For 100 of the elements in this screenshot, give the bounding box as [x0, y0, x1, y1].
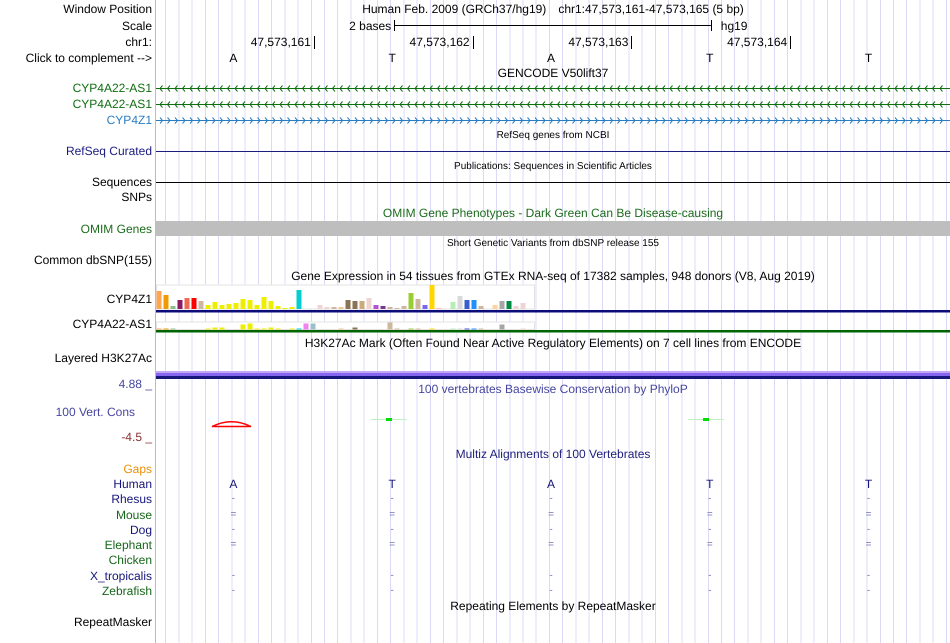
expression-bar — [296, 290, 302, 309]
expression-bar — [184, 298, 190, 309]
alignment-char: = — [866, 508, 872, 521]
alignment-char: - — [390, 493, 394, 506]
alignment-char: - — [549, 493, 553, 506]
expression-bar — [506, 301, 512, 309]
expression-bar — [500, 301, 504, 309]
track-title: Repeating Elements by RepeatMasker — [450, 599, 656, 614]
expression-bar — [276, 306, 280, 309]
base-letter[interactable]: T — [706, 50, 714, 64]
gene-feature[interactable] — [156, 116, 950, 124]
expression-bar — [430, 285, 434, 309]
expression-bar — [380, 306, 386, 309]
scale-length-label: 2 bases — [349, 18, 392, 32]
alignment-char: = — [230, 539, 236, 552]
track-title: Short Genetic Variants from dbSNP release 155 — [447, 237, 659, 251]
species-label: Rhesus — [111, 492, 153, 506]
alignment-char: - — [866, 524, 870, 536]
alignment-char: = — [706, 508, 713, 521]
expression-bar — [248, 300, 252, 309]
gene-label[interactable]: CYP4A22-AS1 — [72, 97, 155, 111]
expression-bar — [226, 304, 232, 309]
conservation-marker — [688, 418, 724, 421]
alignment-char: - — [708, 524, 712, 536]
alignment-char: - — [866, 585, 870, 598]
base-letter[interactable]: T — [864, 50, 872, 64]
position-range: chr1:47,573,161-47,573,165 (5 bp) — [558, 2, 744, 16]
gene-label[interactable]: CYP4Z1 — [106, 292, 155, 306]
alignment-char: - — [390, 585, 394, 598]
base-letter: A — [229, 476, 238, 491]
expression-bar — [458, 296, 462, 309]
expression-bar — [464, 300, 470, 309]
field-label: Click to complement --> — [26, 50, 153, 64]
field-label: Scale — [122, 18, 153, 32]
alignment-char: = — [706, 539, 713, 552]
expression-bar — [248, 324, 252, 330]
species-label: Mouse — [116, 508, 153, 522]
alignment-char: - — [708, 493, 712, 506]
expression-bar — [374, 305, 378, 309]
conservation-marker — [370, 418, 408, 421]
coordinate-label: 47,573,163 — [568, 36, 632, 48]
track-title: Gene Expression in 54 tissues from GTEx RNA-seq of 17382 samples, 948 donors (V8, Aug 2019) — [291, 269, 815, 283]
species-label: Dog — [130, 522, 153, 537]
track-label[interactable]: Sequences — [92, 175, 155, 189]
base-letter: T — [864, 476, 872, 491]
field-label: Window Position — [63, 2, 153, 16]
track-label[interactable]: 100 Vert. Cons — [56, 405, 138, 419]
species-label: Zebrafish — [102, 584, 153, 598]
gene-label[interactable]: CYP4Z1 — [106, 113, 155, 127]
expression-bar — [262, 297, 266, 309]
gene-label[interactable]: CYP4A22-AS1 — [72, 81, 155, 95]
track-label[interactable]: RefSeq Curated — [66, 144, 155, 158]
alignment-char: - — [708, 570, 712, 582]
axis-max-label: 4.88 _ — [118, 377, 154, 391]
track-title: RefSeq genes from NCBI — [496, 129, 610, 143]
alignment-char: = — [389, 508, 396, 521]
coordinate-label: 47,573,162 — [410, 36, 474, 48]
expression-bar — [156, 291, 162, 309]
axis-min-label: -4.5 _ — [121, 430, 154, 444]
base-letter[interactable]: A — [546, 50, 555, 64]
coordinate-label: 47,573,164 — [727, 36, 792, 48]
expression-bar — [310, 324, 316, 330]
field-label: chr1: — [125, 35, 153, 49]
species-label: Elephant — [104, 538, 153, 552]
track-title: Multiz Alignments of 100 Vertebrates — [456, 446, 650, 460]
alignment-char: - — [549, 570, 553, 582]
expression-bar — [366, 298, 372, 309]
gene-label[interactable]: CYP4A22-AS1 — [72, 317, 155, 331]
expression-bar — [192, 298, 196, 309]
track-label[interactable]: Layered H3K27Ac — [54, 351, 155, 365]
expression-bar — [492, 305, 498, 309]
expression-bar — [450, 302, 456, 309]
conservation-arc — [211, 421, 252, 428]
alignment-char: - — [232, 524, 236, 536]
alignment-char: - — [708, 585, 712, 598]
expression-bar — [234, 303, 238, 309]
base-letter[interactable]: A — [229, 50, 238, 64]
gene-feature[interactable] — [156, 84, 950, 92]
alignment-char: - — [232, 585, 236, 598]
track-label[interactable]: OMIM Genes — [80, 222, 155, 236]
expression-bar — [164, 295, 168, 309]
alignment-char: - — [390, 524, 394, 536]
expression-bar — [240, 324, 246, 330]
alignment-char: - — [549, 524, 553, 536]
expression-bar — [268, 301, 274, 309]
expression-bar — [212, 302, 218, 309]
track-title: OMIM Gene Phenotypes - Dark Green Can Be Disease-causing — [382, 206, 724, 220]
track-label[interactable]: SNPs — [121, 190, 155, 204]
expression-bar — [500, 324, 504, 330]
gene-feature[interactable] — [156, 100, 950, 108]
alignment-char: = — [389, 539, 396, 552]
track-label[interactable]: RepeatMasker — [74, 614, 155, 629]
expression-bar — [514, 306, 518, 309]
coordinate-label: 47,573,161 — [250, 36, 315, 48]
species-label: Human — [113, 476, 153, 491]
expression-bar — [422, 305, 428, 309]
track-title: H3K27Ac Mark (Often Found Near Active Regulatory Elements) on 7 cell lines from ENCODE — [304, 336, 802, 350]
alignment-char: - — [549, 585, 553, 598]
track-label[interactable]: Common dbSNP(155) — [34, 253, 155, 267]
base-letter[interactable]: T — [388, 50, 396, 64]
